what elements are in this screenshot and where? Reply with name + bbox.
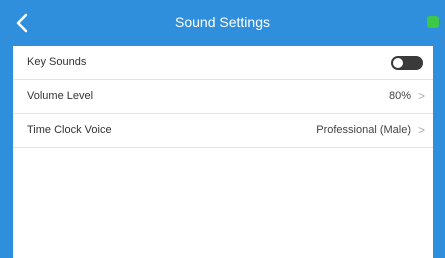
settings-row-volume-level[interactable]: Volume Level 80% > [13,80,433,114]
toggle-knob [393,58,403,68]
chevron-right-icon: > [417,89,425,103]
key-sounds-toggle[interactable] [391,56,423,70]
key-sounds-label: Key Sounds [27,56,87,68]
header-bar: Sound Settings [0,0,445,46]
settings-panel: Key Sounds Volume Level 80% > Time Clock… [13,46,433,258]
settings-row-time-clock-voice[interactable]: Time Clock Voice Professional (Male) > [13,114,433,148]
settings-row-key-sounds[interactable]: Key Sounds [13,46,433,80]
chevron-right-icon: > [417,123,425,137]
volume-level-label: Volume Level [27,90,94,102]
page-title: Sound Settings [175,14,270,30]
time-clock-voice-value: Professional (Male) [316,124,411,136]
volume-level-value: 80% [388,90,411,102]
time-clock-voice-label: Time Clock Voice [27,124,112,136]
status-indicator [427,16,439,28]
